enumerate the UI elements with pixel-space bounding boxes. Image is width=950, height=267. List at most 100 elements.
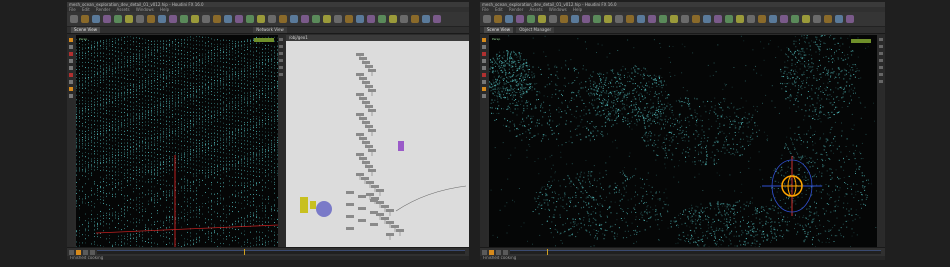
tab-object-manager[interactable]: Object Manager [516,27,555,33]
node-icon[interactable] [368,169,376,172]
shelf-tool-icon[interactable] [323,15,331,23]
rotate-tool-icon[interactable] [68,52,73,56]
brush-tool-icon[interactable] [68,94,73,98]
shelf-tool-icon[interactable] [769,15,777,23]
move-tool-icon[interactable] [68,45,73,49]
play-icon[interactable] [76,249,81,255]
shelf-tool-icon[interactable] [593,15,601,23]
shelf-tool-icon[interactable] [659,15,667,23]
node-icon[interactable] [346,215,354,218]
shelf-tool-icon[interactable] [389,15,397,23]
node-icon[interactable] [359,57,367,60]
shelf-tool-icon[interactable] [367,15,375,23]
shelf-tool-icon[interactable] [81,15,89,23]
node-icon[interactable] [396,229,404,232]
node-icon[interactable] [310,201,316,209]
shelf-tool-icon[interactable] [791,15,799,23]
shelf-tool-icon[interactable] [846,15,854,23]
node-icon[interactable] [370,199,378,202]
shelf-tool-icon[interactable] [813,15,821,23]
shelf-tool-icon[interactable] [158,15,166,23]
node-icon[interactable] [346,191,354,194]
shelf-tool-icon[interactable] [637,15,645,23]
shelf-tool-icon[interactable] [356,15,364,23]
node-icon[interactable] [386,209,394,212]
rewind-icon[interactable] [482,249,487,255]
node-icon[interactable] [359,137,367,140]
shelf-tool-icon[interactable] [378,15,386,23]
rewind-icon[interactable] [69,249,74,255]
display-option-icon[interactable] [879,59,883,62]
node-icon[interactable] [362,121,370,124]
node-icon[interactable] [356,173,364,176]
shelf-tool-icon[interactable] [279,15,287,23]
shelf-tool-icon[interactable] [257,15,265,23]
shelf-tool-icon[interactable] [516,15,524,23]
display-option-icon[interactable] [879,66,883,69]
shelf-tool-icon[interactable] [224,15,232,23]
handle-tool-icon[interactable] [481,66,486,70]
shelf-tool-icon[interactable] [114,15,122,23]
loop-icon[interactable] [503,249,508,255]
node-icon[interactable] [359,97,367,100]
shelf-tool-icon[interactable] [246,15,254,23]
node-icon[interactable] [346,203,354,206]
display-option-icon[interactable] [279,73,283,76]
node-icon[interactable] [365,85,373,88]
shelf-tool-icon[interactable] [582,15,590,23]
shelf-tool-icon[interactable] [626,15,634,23]
node-icon[interactable] [370,223,378,226]
select-tool-icon[interactable] [68,38,73,42]
node-icon[interactable] [365,165,373,168]
scene-viewport[interactable]: Persp [489,35,877,247]
shelf-tool-icon[interactable] [681,15,689,23]
shelf-tool-icon[interactable] [670,15,678,23]
shelf-tool-icon[interactable] [103,15,111,23]
pose-tool-icon[interactable] [481,73,486,77]
node-icon[interactable] [376,189,384,192]
display-option-icon[interactable] [879,45,883,48]
shelf-tool-icon[interactable] [736,15,744,23]
node-icon[interactable] [368,149,376,152]
display-option-icon[interactable] [879,38,883,41]
tab-scene-view[interactable]: Scene View [71,27,100,33]
display-option-icon[interactable] [879,52,883,55]
shelf-tool-icon[interactable] [345,15,353,23]
node-icon[interactable] [356,53,364,56]
node-icon[interactable] [300,197,308,213]
shelf-tool-icon[interactable] [560,15,568,23]
node-icon[interactable] [359,157,367,160]
pose-tool-icon[interactable] [68,73,73,77]
shelf-tool-icon[interactable] [648,15,656,23]
shelf-tool-icon[interactable] [494,15,502,23]
scene-viewport[interactable]: Persp [76,35,278,247]
node-icon[interactable] [358,219,366,222]
display-option-icon[interactable] [279,38,283,41]
shelf-tool-icon[interactable] [714,15,722,23]
node-icon[interactable] [362,141,370,144]
shelf-tool-icon[interactable] [136,15,144,23]
node-icon[interactable] [346,227,354,230]
node-icon[interactable] [368,129,376,132]
display-option-icon[interactable] [279,52,283,55]
view-tool-icon[interactable] [481,80,486,84]
shelf-tool-icon[interactable] [725,15,733,23]
tab-network-view[interactable]: Network View [253,27,287,33]
handle-tool-icon[interactable] [68,66,73,70]
shelf-tool-icon[interactable] [824,15,832,23]
timeline-cursor[interactable] [244,249,246,255]
scale-tool-icon[interactable] [481,59,486,63]
shelf-tool-icon[interactable] [125,15,133,23]
shelf-tool-icon[interactable] [235,15,243,23]
shelf-tool-icon[interactable] [483,15,491,23]
node-icon[interactable] [381,217,389,220]
shelf-tool-icon[interactable] [400,15,408,23]
node-icon[interactable] [356,113,364,116]
shelf-tool-icon[interactable] [433,15,441,23]
shelf-tool-icon[interactable] [411,15,419,23]
node-icon[interactable] [381,205,389,208]
shelf-tool-icon[interactable] [169,15,177,23]
shelf-tool-icon[interactable] [191,15,199,23]
shelf-tool-icon[interactable] [290,15,298,23]
shelf-tool-icon[interactable] [703,15,711,23]
